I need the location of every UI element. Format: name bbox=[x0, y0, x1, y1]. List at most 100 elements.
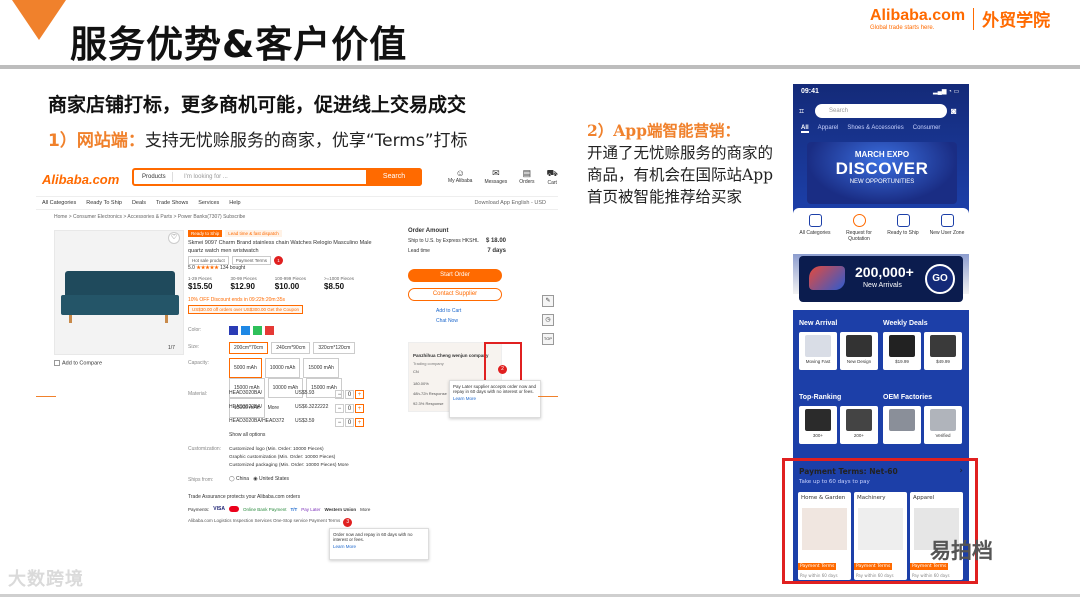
product-image[interactable] bbox=[54, 230, 184, 355]
nav-deals[interactable]: Deals bbox=[132, 197, 146, 209]
my-alibaba-link[interactable]: ☺ My Alibaba bbox=[448, 168, 472, 186]
status-time: 09:41 bbox=[801, 88, 819, 95]
side-history-icon[interactable]: ◷ bbox=[542, 314, 554, 326]
supplier-name[interactable]: Panzhihua Cheng wenjun company bbox=[413, 353, 489, 358]
size-option[interactable]: 200cm*70cm bbox=[229, 342, 269, 354]
ready-badges: Ready to Ship Lead time & fast dispatch bbox=[188, 230, 282, 237]
capacity-option[interactable]: 15000 mAh bbox=[303, 358, 339, 378]
quantity-stepper[interactable]: −0 + bbox=[335, 390, 364, 399]
add-to-compare[interactable]: Add to Compare bbox=[54, 360, 102, 366]
color-swatch[interactable] bbox=[229, 326, 238, 335]
chat-now-link[interactable]: Chat Now bbox=[436, 318, 458, 324]
gift-icon bbox=[940, 214, 954, 227]
tab-consumer[interactable]: Consumer bbox=[913, 125, 941, 133]
nav-services[interactable]: Services bbox=[198, 197, 219, 209]
product-card[interactable]: New Design bbox=[840, 332, 878, 370]
status-icons: ▂▄▆ ◔ ▭ bbox=[933, 89, 960, 95]
promo-banner[interactable]: MARCH EXPO DISCOVER NEW OPPORTUNITIES bbox=[807, 142, 957, 204]
color-swatches bbox=[229, 326, 277, 337]
material-row: HEAD3020BA/US$5.93−0 + bbox=[229, 390, 364, 399]
ship-option-us[interactable]: United States bbox=[259, 476, 289, 482]
back-to-top-button[interactable]: TOP bbox=[542, 333, 554, 345]
quick-cat-all[interactable]: All Categories bbox=[798, 214, 833, 254]
web-logo[interactable]: Alibaba.com bbox=[42, 172, 119, 187]
product-card[interactable]: 300+ bbox=[799, 406, 837, 444]
cart-link[interactable]: ⛟ Cart bbox=[547, 168, 558, 186]
section-weekly-deals[interactable]: Weekly Deals bbox=[883, 320, 928, 327]
add-to-cart-link[interactable]: Add to Cart bbox=[436, 308, 461, 314]
tab-all[interactable]: All bbox=[801, 125, 809, 133]
search-input[interactable]: I'm looking for ... bbox=[184, 174, 228, 180]
callout-badge-1: 1 bbox=[273, 256, 283, 265]
learn-more-link[interactable]: Learn More bbox=[453, 396, 537, 401]
accent-line bbox=[36, 396, 56, 397]
supplier-pay-later-tooltip: Pay Later supplier accepts order now and… bbox=[449, 380, 541, 418]
app-search-input[interactable]: Search bbox=[815, 104, 947, 118]
section-new-arrival[interactable]: New Arrival bbox=[799, 320, 837, 327]
logo-academy: 外贸学院 bbox=[982, 11, 1051, 31]
learn-more-link[interactable]: Learn More bbox=[333, 544, 425, 549]
payment-terms-tag: Payment Terms bbox=[231, 256, 271, 265]
start-order-button[interactable]: Start Order bbox=[408, 269, 502, 282]
tab-apparel[interactable]: Apparel bbox=[818, 125, 839, 133]
ships-from-options: ◯ China ◉ United States bbox=[229, 476, 290, 482]
color-swatch[interactable] bbox=[253, 326, 262, 335]
ships-from-label: Ships from: bbox=[188, 477, 214, 483]
nav-right-links[interactable]: Download App English - USD bbox=[474, 197, 558, 209]
nav-trade-shows[interactable]: Trade Shows bbox=[156, 197, 188, 209]
logo-slogan: Global trade starts here. bbox=[870, 24, 935, 31]
quick-cat-new-user[interactable]: New User Zone bbox=[930, 214, 965, 254]
tier-prices: 1-29 Pieces $15.50 30-99 Pieces $12.90 100… bbox=[188, 276, 354, 291]
product-card[interactable]: Moving Fast bbox=[799, 332, 837, 370]
quick-cat-rfq[interactable]: Request for Quotation bbox=[842, 214, 877, 254]
side-tool-icon[interactable]: ✎ bbox=[542, 295, 554, 307]
messages-link[interactable]: ✉ Messages bbox=[484, 168, 507, 186]
web-search-bar[interactable]: Products I'm looking for ... Search bbox=[132, 168, 422, 186]
mastercard-icon bbox=[228, 506, 239, 512]
coupon-banner[interactable]: US$30.00 off orders over US$300.00 Get t… bbox=[188, 305, 303, 314]
tab-shoes[interactable]: Shoes & Accessories bbox=[847, 125, 903, 133]
product-card[interactable]: Verified bbox=[924, 406, 962, 444]
product-title: Skmei 9097 Charm Brand stainless chain W… bbox=[188, 240, 372, 254]
capacity-option[interactable]: 5000 mAh bbox=[229, 358, 262, 378]
nav-all-categories[interactable]: All Categories bbox=[42, 197, 76, 209]
product-tags: Hot sale product Payment Terms 1 bbox=[188, 256, 283, 265]
section-oem-factories[interactable]: OEM Factories bbox=[883, 394, 932, 401]
product-card[interactable]: $19.99 bbox=[883, 332, 921, 370]
ready-to-ship-badge: Ready to Ship bbox=[188, 230, 223, 237]
watermark-left: 大数跨境 bbox=[8, 569, 84, 590]
product-card[interactable]: 200+ bbox=[840, 406, 878, 444]
ship-option-china[interactable]: China bbox=[236, 476, 249, 482]
breadcrumb[interactable]: Home > Consumer Electronics > Accessorie… bbox=[54, 214, 245, 220]
checkbox-icon[interactable] bbox=[54, 360, 60, 366]
go-button[interactable]: GO bbox=[925, 264, 955, 294]
orders-link[interactable]: ▤ Orders bbox=[519, 168, 534, 186]
nav-ready-to-ship[interactable]: Ready To Ship bbox=[86, 197, 122, 209]
capacity-label: Capacity: bbox=[188, 360, 209, 366]
product-card[interactable]: $49.99 bbox=[924, 332, 962, 370]
size-option[interactable]: 320cm*120cm bbox=[313, 342, 356, 354]
quick-cat-ready[interactable]: Ready to Ship bbox=[886, 214, 921, 254]
quantity-stepper[interactable]: −0 + bbox=[335, 418, 364, 427]
material-label: Material: bbox=[188, 391, 208, 397]
section-top-ranking[interactable]: Top-Ranking bbox=[799, 394, 841, 401]
color-swatch[interactable] bbox=[241, 326, 250, 335]
camera-icon[interactable]: ◙ bbox=[951, 106, 956, 116]
favorite-heart-icon[interactable]: ♡ bbox=[168, 232, 180, 244]
product-card[interactable] bbox=[883, 406, 921, 444]
price-tier: 100-999 Pieces $10.00 bbox=[274, 276, 307, 291]
quantity-stepper[interactable]: −0 + bbox=[335, 404, 364, 413]
scan-icon[interactable]: ⌗ bbox=[799, 106, 804, 117]
size-option[interactable]: 240cm*90cm bbox=[271, 342, 311, 354]
price-tier: 30-99 Pieces $12.90 bbox=[230, 276, 257, 291]
search-button[interactable]: Search bbox=[366, 168, 422, 186]
search-category-select[interactable]: Products bbox=[136, 172, 173, 182]
new-arrivals-banner[interactable]: 200,000+ New Arrivals GO bbox=[799, 256, 963, 302]
show-all-options[interactable]: Show all options bbox=[229, 432, 265, 438]
point-two: 2）App端智能营销： 开通了无忧赊服务的商家的商品，有机会在国际站App首页被… bbox=[587, 120, 777, 208]
capacity-option[interactable]: 10000 mAh bbox=[264, 358, 301, 378]
color-swatch[interactable] bbox=[265, 326, 274, 335]
service-links[interactable]: Alibaba.com Logistics Inspection Service… bbox=[188, 518, 353, 527]
contact-supplier-button[interactable]: Contact Supplier bbox=[408, 288, 502, 301]
nav-help[interactable]: Help bbox=[229, 197, 240, 209]
